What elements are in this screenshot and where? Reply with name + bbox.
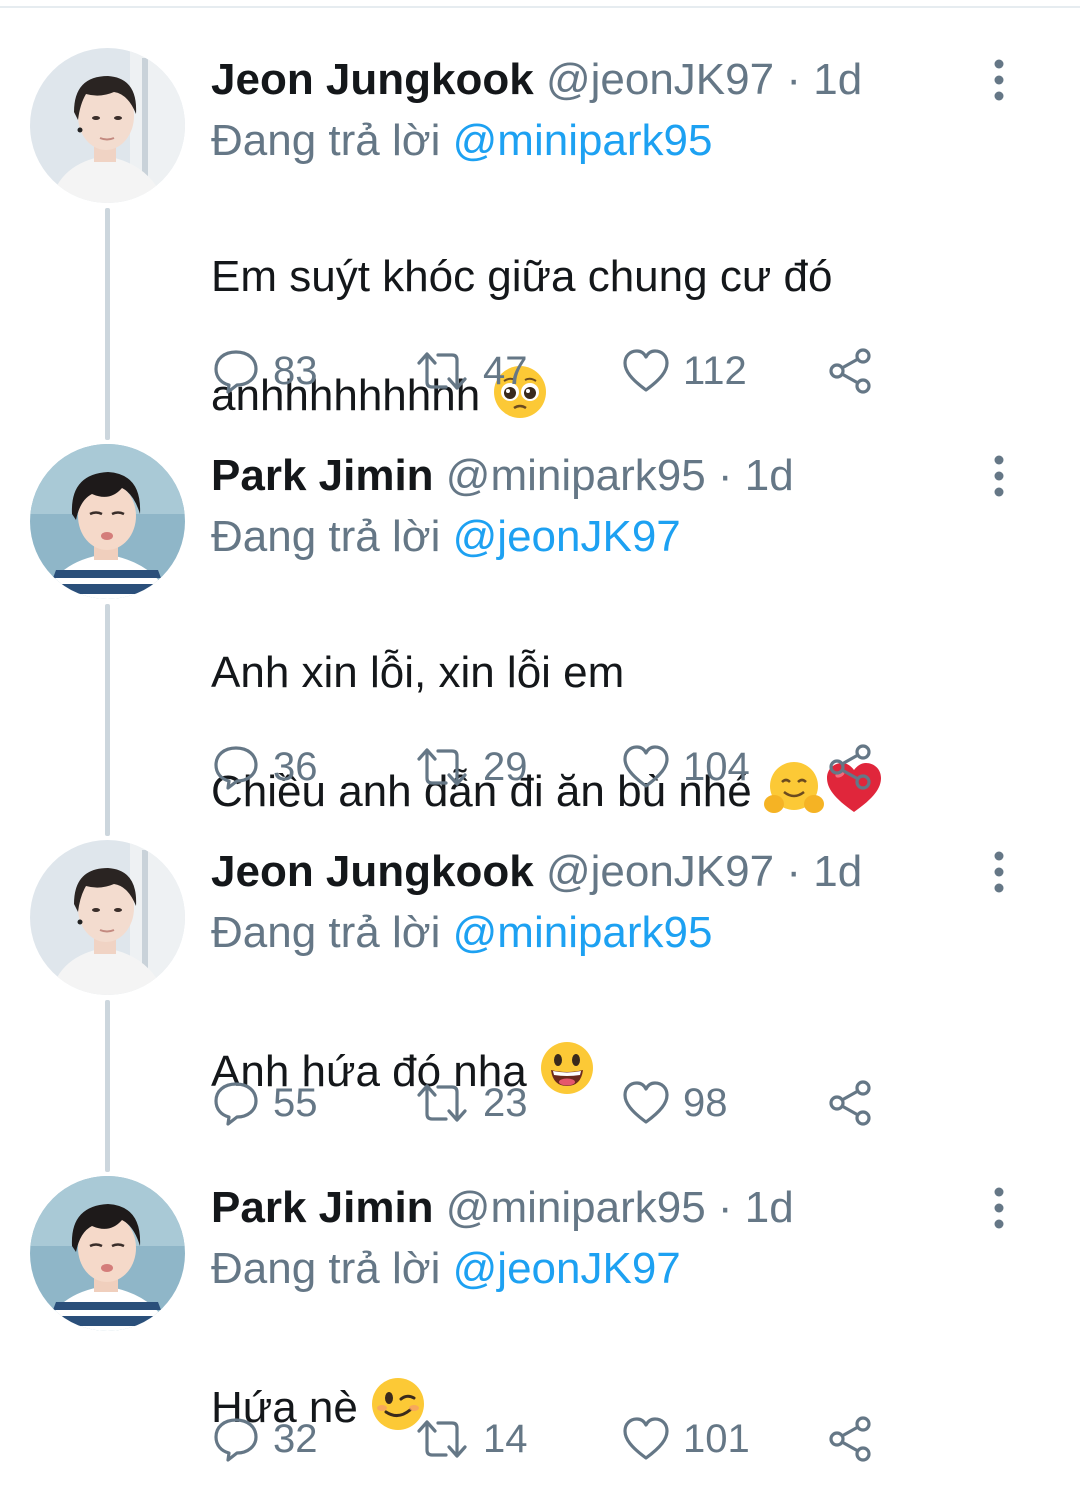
reply-button[interactable]: 55	[211, 1075, 318, 1131]
avatar[interactable]	[30, 840, 185, 995]
replying-to: Đang trả lời @jeonJK97	[211, 1241, 681, 1297]
tweet[interactable]: Jeon Jungkook @jeonJK97 · 1d Đang trả lờ…	[0, 0, 1080, 420]
tweet-actions: 55 23 98	[211, 1075, 891, 1131]
separator-dot: ·	[717, 451, 733, 500]
mention-link[interactable]: @minipark95	[453, 116, 713, 165]
reply-icon	[211, 742, 261, 792]
retweet-button[interactable]: 47	[413, 343, 528, 399]
tweet-actions: 32 14 101	[211, 1411, 891, 1467]
more-vertical-icon[interactable]	[985, 848, 1013, 896]
avatar[interactable]	[30, 1176, 185, 1331]
tweet-header: Jeon Jungkook @jeonJK97 · 1d	[211, 844, 862, 900]
reply-count: 32	[273, 1417, 318, 1461]
like-count: 101	[683, 1417, 750, 1461]
reply-button[interactable]: 32	[211, 1411, 318, 1467]
share-button[interactable]	[825, 739, 875, 795]
handle[interactable]: @minipark95	[446, 1183, 706, 1232]
tweet-header: Park Jimin @minipark95 · 1d	[211, 448, 794, 504]
separator-dot: ·	[786, 55, 801, 104]
share-button[interactable]	[825, 1411, 875, 1467]
replying-prefix: Đang trả lời	[211, 116, 441, 165]
heart-icon	[621, 1078, 671, 1128]
mention-link[interactable]: @jeonJK97	[453, 512, 681, 561]
reply-icon	[211, 346, 261, 396]
tweet[interactable]: Park Jimin @minipark95 · 1d Đang trả lời…	[0, 396, 1080, 816]
reply-icon	[211, 1414, 261, 1464]
replying-to: Đang trả lời @jeonJK97	[211, 509, 681, 565]
retweet-button[interactable]: 14	[413, 1411, 528, 1467]
like-count: 104	[683, 745, 750, 789]
display-name[interactable]: Park Jimin	[211, 1183, 434, 1232]
tweet-text-line: Anh xin lỗi, xin lỗi em	[211, 648, 625, 697]
heart-icon	[621, 742, 671, 792]
like-count: 112	[683, 349, 747, 393]
tweet[interactable]: Jeon Jungkook @jeonJK97 · 1d Đang trả lờ…	[0, 792, 1080, 1132]
mention-link[interactable]: @minipark95	[453, 908, 713, 957]
timestamp[interactable]: 1d	[745, 1183, 794, 1232]
replying-to: Đang trả lời @minipark95	[211, 905, 713, 961]
retweet-icon	[413, 1414, 471, 1464]
share-button[interactable]	[825, 1075, 875, 1131]
more-vertical-icon[interactable]	[985, 452, 1013, 500]
tweet-actions: 36 29 104	[211, 739, 891, 795]
handle[interactable]: @minipark95	[446, 451, 706, 500]
separator-dot: ·	[717, 1183, 733, 1232]
display-name[interactable]: Park Jimin	[211, 451, 434, 500]
retweet-button[interactable]: 23	[413, 1075, 528, 1131]
reply-count: 55	[273, 1081, 318, 1125]
share-button[interactable]	[825, 343, 875, 399]
tweet[interactable]: Park Jimin @minipark95 · 1d Đang trả lời…	[0, 1128, 1080, 1465]
retweet-count: 23	[483, 1081, 528, 1125]
like-button[interactable]: 112	[621, 343, 747, 399]
handle[interactable]: @jeonJK97	[546, 55, 774, 104]
more-vertical-icon[interactable]	[985, 1184, 1013, 1232]
tweet-header: Park Jimin @minipark95 · 1d	[211, 1180, 794, 1236]
like-button[interactable]: 98	[621, 1075, 728, 1131]
replying-to: Đang trả lời @minipark95	[211, 113, 713, 169]
heart-icon	[621, 1414, 671, 1464]
heart-icon	[621, 346, 671, 396]
tweet-text-line: Em suýt khóc giữa chung cư đó	[211, 252, 833, 301]
retweet-count: 29	[483, 745, 528, 789]
display-name[interactable]: Jeon Jungkook	[211, 847, 534, 896]
reply-icon	[211, 1078, 261, 1128]
share-icon	[825, 1078, 875, 1128]
replying-prefix: Đang trả lời	[211, 512, 441, 561]
separator-dot: ·	[786, 847, 801, 896]
retweet-icon	[413, 742, 471, 792]
timestamp[interactable]: 1d	[745, 451, 794, 500]
retweet-icon	[413, 1078, 471, 1128]
replying-prefix: Đang trả lời	[211, 908, 441, 957]
reply-count: 83	[273, 349, 318, 393]
retweet-count: 14	[483, 1417, 528, 1461]
like-count: 98	[683, 1081, 728, 1125]
avatar[interactable]	[30, 48, 185, 203]
replying-prefix: Đang trả lời	[211, 1244, 441, 1293]
mention-link[interactable]: @jeonJK97	[453, 1244, 681, 1293]
like-button[interactable]: 101	[621, 1411, 750, 1467]
share-icon	[825, 742, 875, 792]
display-name[interactable]: Jeon Jungkook	[211, 55, 534, 104]
reply-count: 36	[273, 745, 318, 789]
tweet-actions: 83 47 112	[211, 343, 891, 399]
more-vertical-icon[interactable]	[985, 56, 1013, 104]
share-icon	[825, 346, 875, 396]
handle[interactable]: @jeonJK97	[546, 847, 774, 896]
tweet-header: Jeon Jungkook @jeonJK97 · 1d	[211, 52, 862, 108]
like-button[interactable]: 104	[621, 739, 750, 795]
timestamp[interactable]: 1d	[813, 847, 862, 896]
avatar[interactable]	[30, 444, 185, 599]
retweet-count: 47	[483, 349, 528, 393]
reply-button[interactable]: 36	[211, 739, 318, 795]
retweet-button[interactable]: 29	[413, 739, 528, 795]
retweet-icon	[413, 346, 471, 396]
share-icon	[825, 1414, 875, 1464]
reply-button[interactable]: 83	[211, 343, 318, 399]
timestamp[interactable]: 1d	[813, 55, 862, 104]
